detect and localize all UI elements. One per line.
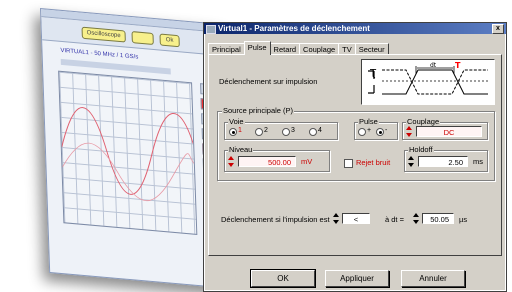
pulse-radio-minus[interactable] — [376, 128, 384, 136]
voie-radio-1[interactable] — [229, 128, 237, 136]
niveau-spinner[interactable] — [228, 156, 235, 167]
bg-waveform — [61, 107, 195, 202]
pulse-polarity-group: Pulse + - — [354, 117, 398, 140]
voie-group: Voie 1 2 3 4 — [224, 117, 338, 140]
couplage-spinner[interactable] — [406, 126, 413, 137]
voie-radio-3[interactable] — [282, 128, 290, 136]
bg-scope-screen — [58, 70, 198, 235]
voie-radio-4[interactable] — [309, 128, 317, 136]
pulse-label-minus: - — [385, 127, 388, 134]
pulse-label-plus: + — [367, 127, 372, 134]
tab-pulse[interactable]: Pulse — [243, 41, 271, 55]
voie-label-1: 1 — [238, 127, 242, 134]
rejet-bruit-label: Rejet bruit — [356, 158, 391, 167]
trigger-settings-dialog: Virtual1 - Paramètres de déclenchement x… — [203, 22, 507, 292]
dialog-title: Virtual1 - Paramètres de déclenchement — [218, 24, 370, 33]
bg-toolbar-button-2 — [131, 31, 154, 46]
bg-toolbar-button-3: Ok — [159, 33, 180, 48]
niveau-unit: mV — [301, 157, 313, 166]
operator-field[interactable]: < — [342, 213, 370, 224]
holdoff-field[interactable]: 2.50 — [418, 156, 468, 167]
pulse-tab-panel: Déclenchement sur impulsion Ʈ dt T Sourc… — [208, 54, 502, 256]
trigger-mode-label: Déclenchement sur impulsion — [219, 77, 318, 86]
cancel-button[interactable]: Annuler — [401, 270, 465, 287]
trigger-marker: T — [455, 61, 461, 70]
dialog-title-bar: Virtual1 - Paramètres de déclenchement x — [204, 23, 506, 34]
holdoff-group: Holdoff 2.50 ms — [404, 145, 488, 172]
voie-label-2: 2 — [264, 127, 268, 134]
pulse-waveform-icon: Ʈ dt T — [368, 61, 488, 95]
operator-spinner[interactable] — [333, 213, 340, 224]
ok-button[interactable]: OK — [250, 269, 316, 288]
apply-button[interactable]: Appliquer — [325, 270, 389, 287]
dt-spinner[interactable] — [413, 213, 420, 224]
couplage-field[interactable]: DC — [416, 126, 482, 137]
bg-toolbar-button-1: Oscilloscope — [81, 26, 126, 43]
dt-field[interactable]: 50.05 — [422, 213, 454, 224]
rejet-bruit-checkbox[interactable] — [344, 159, 353, 168]
pulse-radio-plus[interactable] — [358, 128, 366, 136]
niveau-title: Niveau — [228, 145, 254, 154]
holdoff-spinner[interactable] — [408, 156, 415, 167]
holdoff-title: Holdoff — [408, 145, 434, 154]
dt-marker-label: dt — [430, 62, 437, 69]
app-icon — [206, 25, 216, 34]
pulse-diagram: Ʈ dt T — [361, 59, 495, 105]
holdoff-unit: ms — [473, 157, 483, 166]
source-group: Source principale (P) Voie 1 2 3 4 Pulse… — [217, 106, 495, 181]
couplage-title: Couplage — [406, 117, 441, 126]
dt-unit: µs — [459, 215, 468, 224]
voie-label-4: 4 — [318, 127, 322, 134]
niveau-group: Niveau 500.00 mV — [224, 145, 330, 172]
niveau-field[interactable]: 500.00 — [238, 156, 296, 167]
svg-text:Ʈ: Ʈ — [369, 68, 377, 79]
couplage-group: Couplage DC — [402, 117, 488, 140]
close-button[interactable]: x — [492, 24, 504, 34]
pulse-polarity-title: Pulse — [358, 117, 379, 126]
voie-label-3: 3 — [291, 127, 295, 134]
tab-bar: Principal Pulse Retard Couplage TV Secte… — [208, 41, 389, 55]
voie-group-title: Voie — [228, 117, 245, 126]
dt-prefix-label: à dt = — [385, 215, 404, 224]
voie-radio-2[interactable] — [255, 128, 263, 136]
condition-label: Déclenchement si l'impulsion est — [221, 215, 330, 224]
source-group-title: Source principale (P) — [222, 106, 295, 115]
